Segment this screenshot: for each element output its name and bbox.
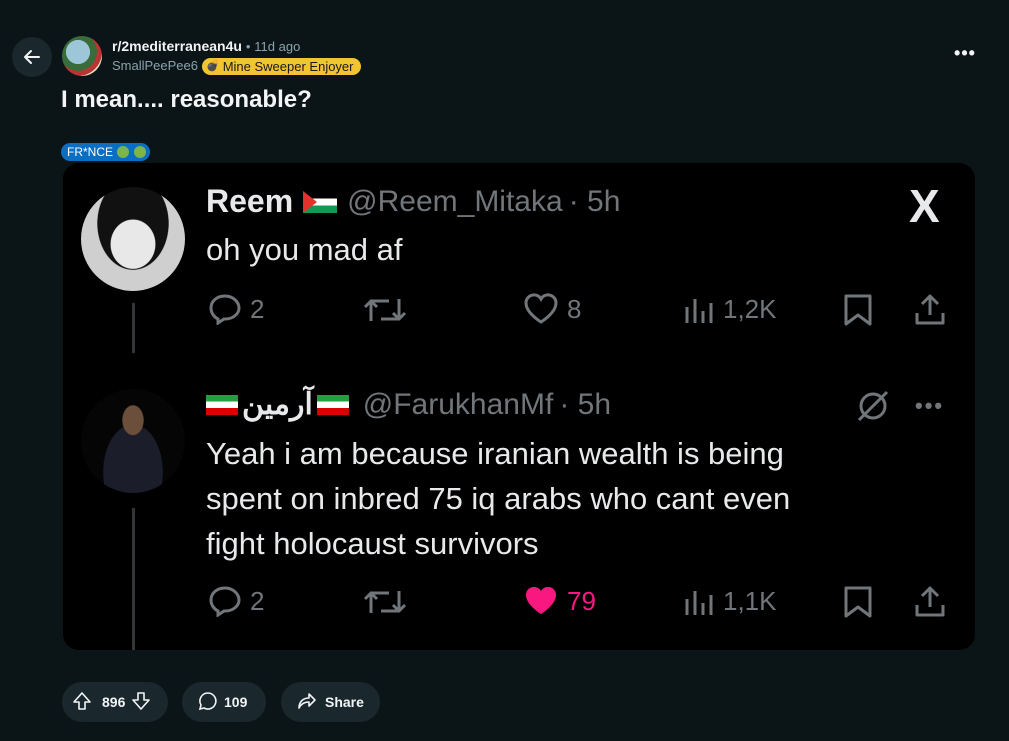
author-username[interactable]: SmallPeePee6 [112, 57, 198, 75]
tweet1-text: oh you mad af [206, 232, 403, 267]
tweet2-like: 79 [523, 585, 596, 617]
tweet1-header: Reem @Reem_Mitaka · 5h [206, 183, 620, 220]
post-age: 11d ago [254, 39, 301, 54]
tweet1-like-count: 8 [567, 293, 582, 324]
share-upload-icon [915, 294, 945, 325]
tweet2-more-icon: ••• [915, 393, 945, 418]
comments-button[interactable]: 109 [182, 682, 266, 722]
tweet1-handle: @Reem_Mitaka [347, 184, 563, 218]
upvote-arrow-icon [73, 691, 91, 710]
sick-emoji-icon [133, 146, 146, 158]
reply-icon [209, 294, 241, 325]
vote-count: 896 [102, 694, 126, 710]
tweet2-views: 1,1K [683, 585, 777, 617]
tweet2-view-count: 1,1K [723, 585, 777, 616]
post-meta: r/2mediterranean4u • 11d ago SmallPeePee… [112, 38, 361, 75]
tweet1-reply: 2 [208, 293, 264, 325]
heart-filled-icon [525, 586, 557, 614]
comment-count: 109 [224, 694, 248, 710]
subreddit-name[interactable]: r/2mediterranean4u [112, 38, 242, 54]
palestine-flag-icon [303, 190, 338, 213]
tweet2-time: · 5h [559, 387, 612, 421]
post-flair-text: FR*NCE [67, 145, 114, 159]
upvote-button[interactable] [72, 691, 92, 714]
tweet2-text-line: spent on inbred 75 iq arabs who cant eve… [206, 481, 791, 516]
iran-flag-icon [206, 394, 238, 415]
tweet1-share [913, 293, 947, 327]
embedded-tweet-image[interactable]: Reem @Reem_Mitaka · 5h X oh you mad af 2… [63, 163, 975, 650]
tweet1-views: 1,2K [683, 293, 777, 325]
post-flair[interactable]: FR*NCE [61, 143, 150, 161]
views-icon [685, 591, 713, 615]
views-icon [685, 299, 713, 323]
retweet-icon [363, 299, 407, 321]
author-flair-text: Mine Sweeper Enjoyer [222, 58, 354, 74]
bookmark-icon [844, 586, 872, 618]
tweet1-name: Reem [206, 183, 294, 219]
meta-separator: • [245, 39, 251, 54]
x-logo-icon: X [909, 180, 940, 232]
downvote-arrow-icon [132, 691, 151, 710]
arrow-left-icon [24, 50, 40, 64]
tweet2-retweet [363, 587, 407, 617]
tweet2-bookmark [843, 585, 873, 619]
tweet1-retweet [363, 295, 407, 325]
grok-icon [857, 390, 889, 422]
reem-avatar [81, 187, 185, 291]
tweet2-header: آرمین @FarukhanMf · 5h [206, 387, 611, 422]
tweet2-name: آرمین [242, 388, 313, 421]
tweet2-text: Yeah i am because iranian wealth is bein… [206, 431, 790, 566]
downvote-button[interactable] [131, 691, 151, 714]
share-arrow-icon [297, 691, 317, 714]
vote-bar: 896 [62, 682, 168, 722]
subreddit-avatar[interactable] [62, 36, 102, 76]
tweet2-reply-count: 2 [250, 585, 265, 616]
share-button[interactable]: Share [281, 682, 380, 722]
tweet1-bookmark [843, 293, 873, 327]
thread-line [132, 508, 135, 650]
grok-icon-wrapper [855, 388, 891, 424]
comment-icon [198, 691, 218, 714]
more-options-button[interactable]: ••• [950, 43, 980, 67]
heart-icon [524, 293, 558, 324]
thread-line [132, 303, 135, 353]
tweet2-share [913, 585, 947, 619]
tweet1-like: 8 [523, 293, 581, 325]
sick-emoji-icon [117, 146, 130, 158]
tweet2-text-line: fight holocaust survivors [206, 526, 539, 561]
post-title: I mean.... reasonable? [61, 86, 312, 113]
tweet2-like-count: 79 [567, 585, 596, 616]
tweet1-reply-count: 2 [250, 293, 265, 324]
share-upload-icon [915, 586, 945, 617]
farukhan-avatar [81, 389, 185, 493]
author-flair: 💣 Mine Sweeper Enjoyer [202, 57, 361, 75]
tweet2-handle: @FarukhanMf [362, 387, 554, 421]
retweet-icon [363, 591, 407, 613]
reply-icon [209, 586, 241, 617]
minesweeper-icon: 💣 [206, 59, 220, 72]
tweet1-time: · 5h [568, 184, 621, 218]
tweet1-view-count: 1,2K [723, 293, 777, 324]
bookmark-icon [844, 294, 872, 326]
tweet2-reply: 2 [208, 585, 264, 617]
tweet2-text-line: Yeah i am because iranian wealth is bein… [206, 436, 784, 471]
back-button[interactable] [12, 37, 52, 77]
share-label: Share [325, 694, 364, 710]
iran-flag-icon [316, 394, 349, 415]
